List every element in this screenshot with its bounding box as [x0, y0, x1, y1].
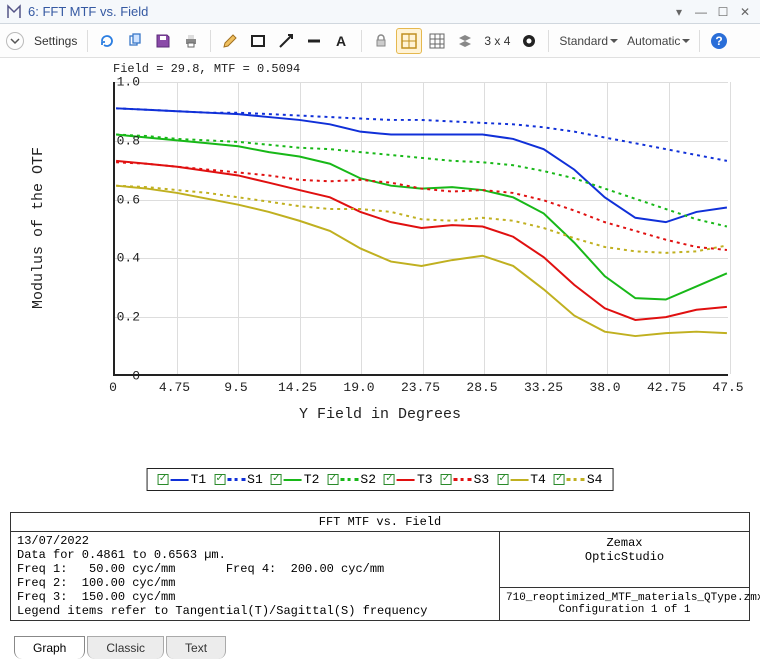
dropdown-icon[interactable]: ▾: [670, 3, 688, 21]
legend-item-S4[interactable]: ✓ S4: [554, 472, 603, 487]
layers-icon[interactable]: [452, 28, 478, 54]
minimize-button[interactable]: —: [692, 3, 710, 21]
legend-label: S3: [474, 472, 490, 487]
legend-checkbox[interactable]: ✓: [497, 474, 508, 485]
legend-checkbox[interactable]: ✓: [441, 474, 452, 485]
tab-classic[interactable]: Classic: [87, 636, 164, 659]
legend-label: T4: [530, 472, 546, 487]
window-title: 6: FFT MTF vs. Field: [28, 4, 666, 19]
x-tick: 19.0: [334, 380, 384, 395]
print-icon[interactable]: [178, 28, 204, 54]
x-tick: 14.25: [273, 380, 323, 395]
legend-label: T1: [191, 472, 207, 487]
copy-icon[interactable]: [122, 28, 148, 54]
legend-checkbox[interactable]: ✓: [158, 474, 169, 485]
legend-swatch: [567, 478, 585, 481]
text-icon[interactable]: A: [329, 28, 355, 54]
x-tick: 38.0: [580, 380, 630, 395]
x-tick: 28.5: [457, 380, 507, 395]
line-icon[interactable]: [301, 28, 327, 54]
close-button[interactable]: ✕: [736, 3, 754, 21]
y-tick: 0.6: [100, 192, 140, 207]
settings-button[interactable]: Settings: [30, 34, 81, 48]
legend-checkbox[interactable]: ✓: [384, 474, 395, 485]
legend: ✓ T1 ✓ S1 ✓ T2 ✓ S2 ✓ T3 ✓ S3 ✓ T4 ✓ S4: [147, 468, 614, 491]
chart-area: Field = 29.8, MTF = 0.5094 Modulus of th…: [0, 58, 760, 468]
rectangle-icon[interactable]: [245, 28, 271, 54]
x-tick: 0: [88, 380, 138, 395]
legend-item-S1[interactable]: ✓ S1: [214, 472, 263, 487]
legend-checkbox[interactable]: ✓: [214, 474, 225, 485]
x-axis-label: Y Field in Degrees: [0, 406, 760, 423]
legend-label: S1: [247, 472, 263, 487]
target-icon[interactable]: [516, 28, 542, 54]
y-tick: 0.4: [100, 251, 140, 266]
chart-readout: Field = 29.8, MTF = 0.5094: [113, 62, 300, 76]
toolbar: Settings A 3 x 4 Standard Automatic ?: [0, 24, 760, 58]
info-company: ZemaxOpticStudio: [500, 532, 749, 587]
legend-label: T2: [304, 472, 320, 487]
svg-text:A: A: [336, 33, 346, 49]
save-icon[interactable]: [150, 28, 176, 54]
legend-label: T3: [417, 472, 433, 487]
legend-item-S2[interactable]: ✓ S2: [327, 472, 376, 487]
tab-graph[interactable]: Graph: [14, 636, 85, 659]
legend-swatch: [284, 479, 302, 481]
info-left: 13/07/2022 Data for 0.4861 to 0.6563 µm.…: [11, 532, 499, 620]
settings-expand-icon[interactable]: [6, 32, 24, 50]
pencil-icon[interactable]: [217, 28, 243, 54]
refresh-icon[interactable]: [94, 28, 120, 54]
x-tick: 33.25: [519, 380, 569, 395]
legend-item-T2[interactable]: ✓ T2: [271, 472, 320, 487]
grid-multi-icon[interactable]: [424, 28, 450, 54]
svg-text:?: ?: [716, 34, 723, 48]
legend-swatch: [397, 479, 415, 481]
y-tick: 0.8: [100, 133, 140, 148]
help-icon[interactable]: ?: [706, 28, 732, 54]
info-file: 710_reoptimized_MTF_materials_QType.zmxC…: [500, 587, 749, 620]
x-tick: 42.75: [642, 380, 692, 395]
legend-checkbox[interactable]: ✓: [271, 474, 282, 485]
x-tick: 47.5: [703, 380, 753, 395]
info-title: FFT MTF vs. Field: [11, 513, 749, 532]
titlebar: 6: FFT MTF vs. Field ▾ — ☐ ✕: [0, 0, 760, 24]
x-tick: 9.5: [211, 380, 261, 395]
plot-canvas[interactable]: [113, 82, 728, 376]
legend-item-T1[interactable]: ✓ T1: [158, 472, 207, 487]
automatic-dropdown[interactable]: Automatic: [623, 28, 693, 54]
arrow-icon[interactable]: [273, 28, 299, 54]
info-panel: FFT MTF vs. Field 13/07/2022 Data for 0.…: [10, 512, 750, 621]
legend-item-S3[interactable]: ✓ S3: [441, 472, 490, 487]
legend-swatch: [510, 479, 528, 481]
x-tick: 4.75: [150, 380, 200, 395]
legend-label: S4: [587, 472, 603, 487]
y-axis-label: Modulus of the OTF: [30, 147, 47, 309]
maximize-button[interactable]: ☐: [714, 3, 732, 21]
grid-size-label: 3 x 4: [480, 34, 514, 48]
lock-icon[interactable]: [368, 28, 394, 54]
legend-item-T3[interactable]: ✓ T3: [384, 472, 433, 487]
tab-bar: GraphClassicText: [14, 636, 228, 659]
legend-swatch: [171, 479, 189, 481]
y-tick: 0.2: [100, 310, 140, 325]
legend-swatch: [340, 478, 358, 481]
standard-dropdown[interactable]: Standard: [555, 28, 621, 54]
y-tick: 1.0: [100, 75, 140, 90]
app-logo-icon: [6, 4, 22, 20]
legend-label: S2: [360, 472, 376, 487]
grid-single-icon[interactable]: [396, 28, 422, 54]
legend-checkbox[interactable]: ✓: [554, 474, 565, 485]
x-tick: 23.75: [396, 380, 446, 395]
legend-swatch: [227, 478, 245, 481]
legend-checkbox[interactable]: ✓: [327, 474, 338, 485]
legend-item-T4[interactable]: ✓ T4: [497, 472, 546, 487]
legend-swatch: [454, 478, 472, 481]
tab-text[interactable]: Text: [166, 636, 226, 659]
